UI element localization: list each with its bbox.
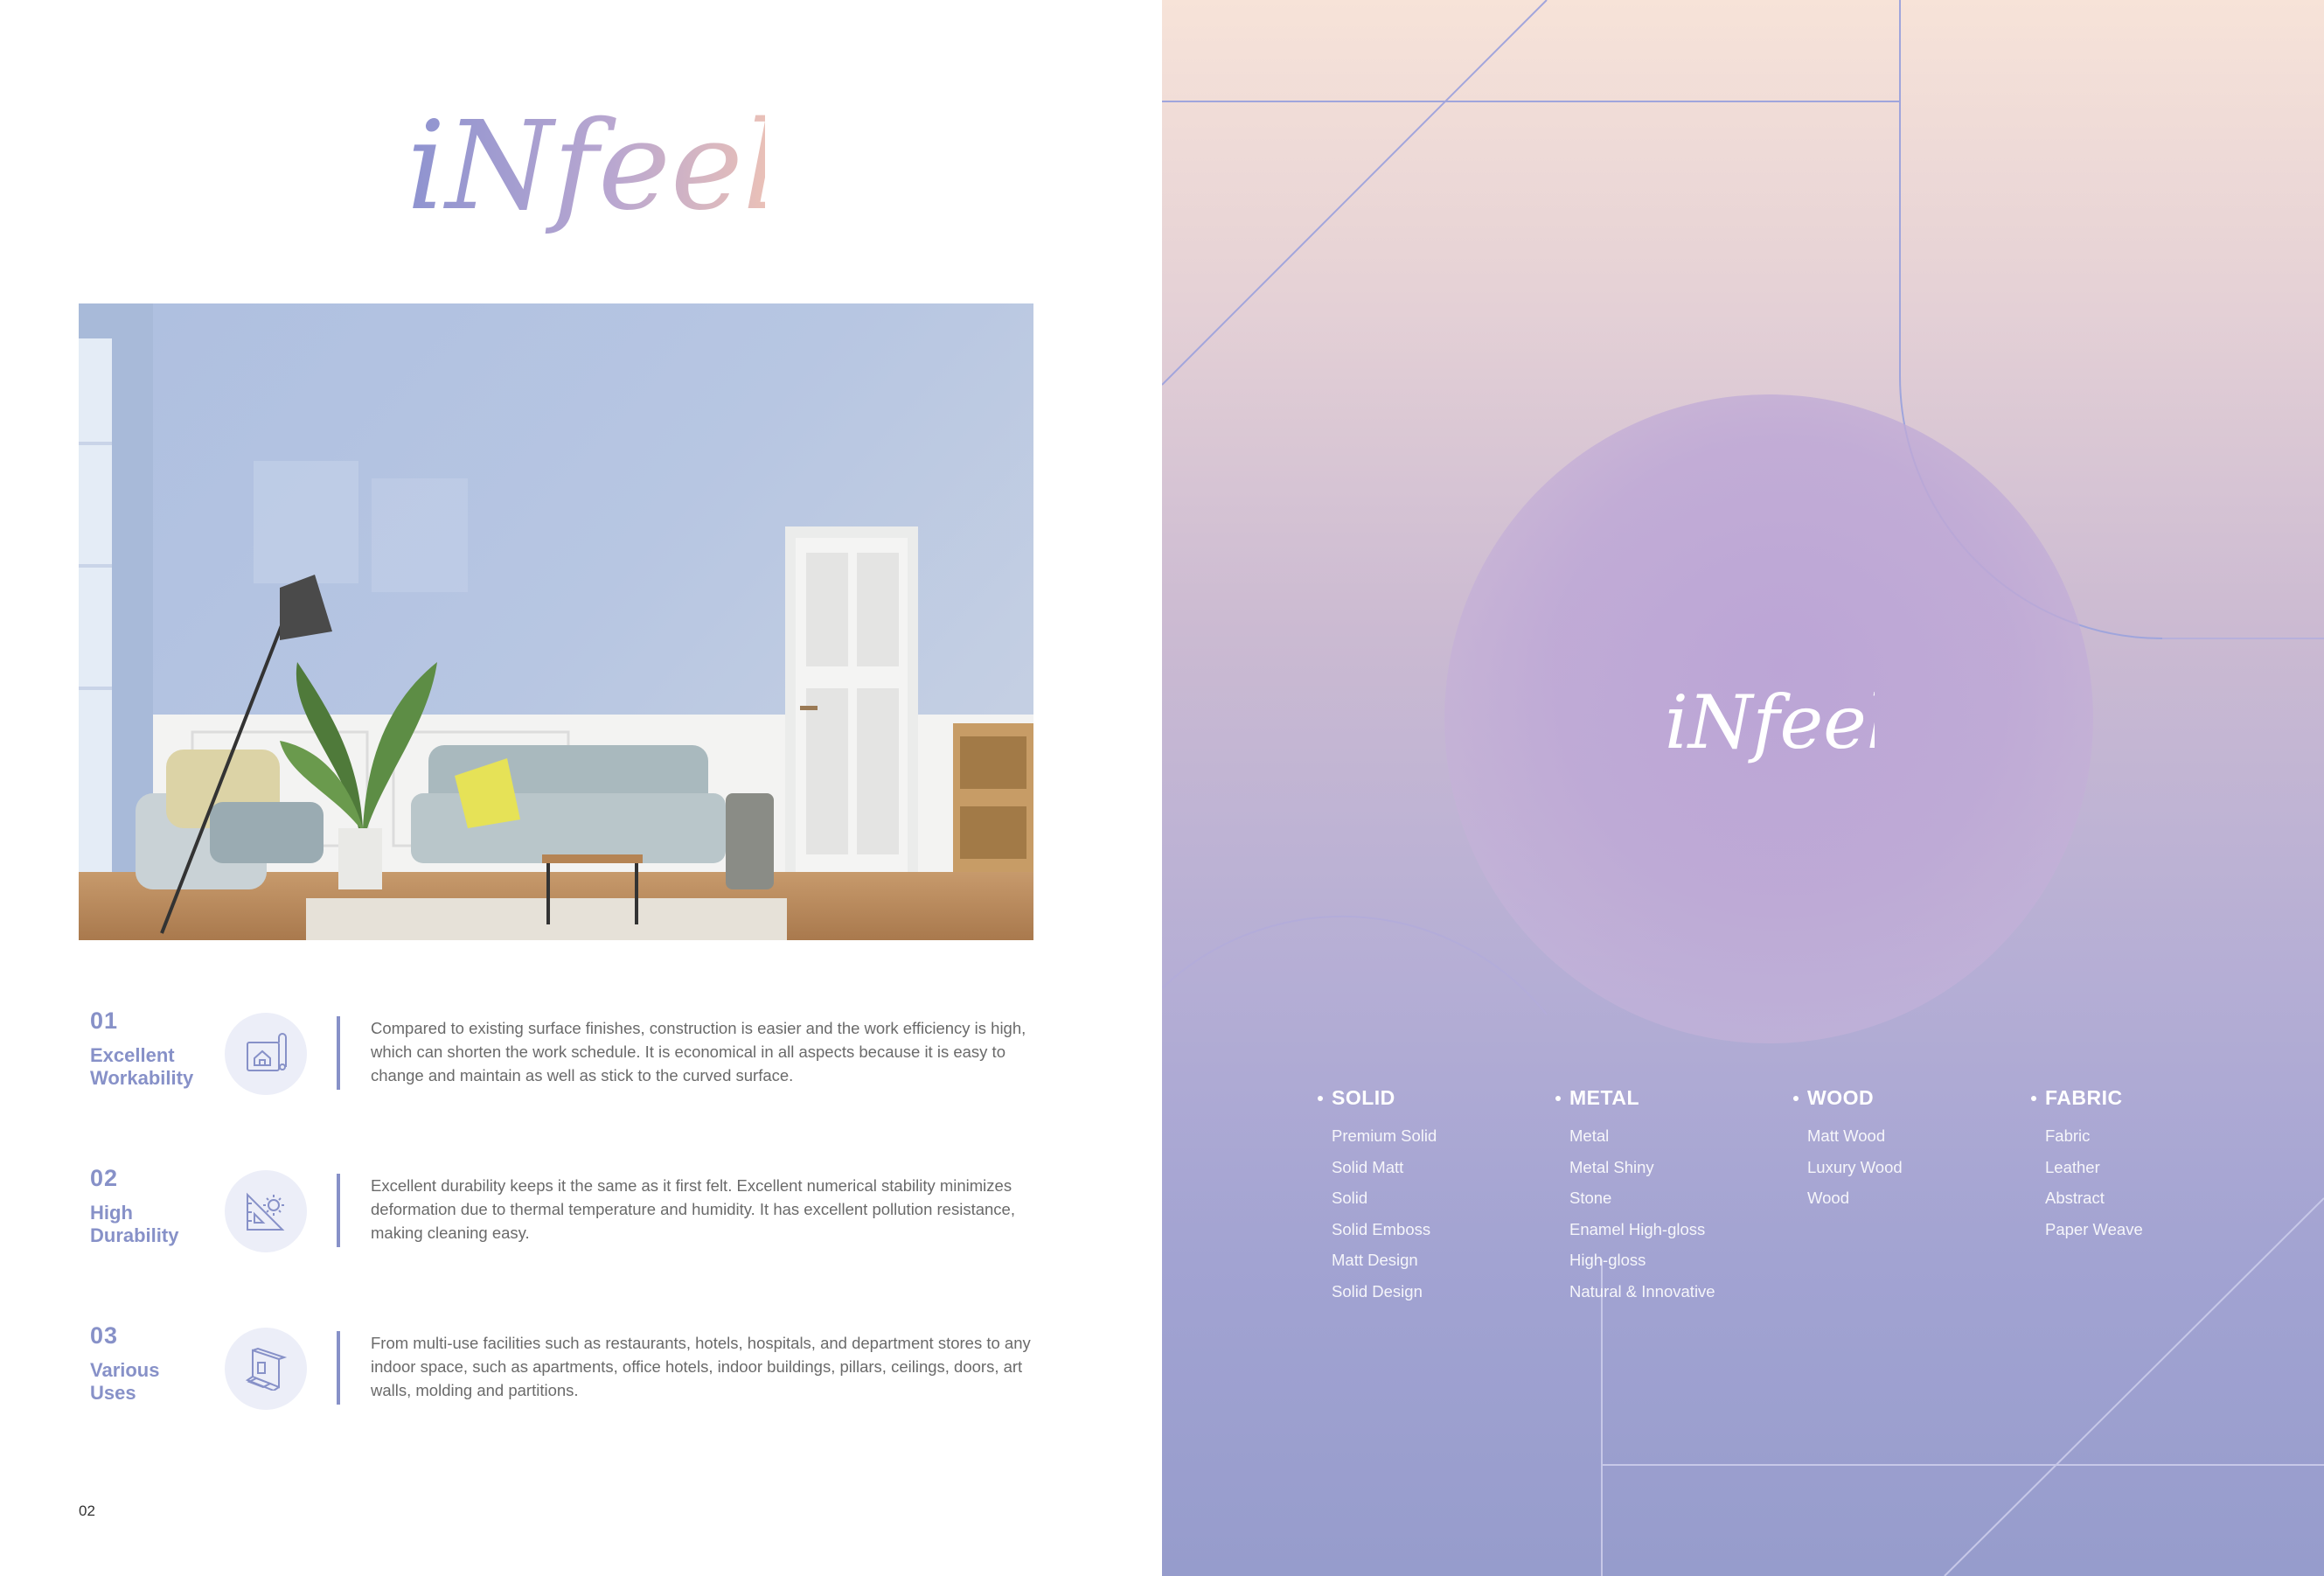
page-number: 02 bbox=[79, 1503, 95, 1519]
category-item: Premium Solid bbox=[1332, 1126, 1437, 1145]
room-box-icon bbox=[245, 1347, 288, 1391]
bullet-icon bbox=[1555, 1095, 1561, 1101]
category-title: WOOD bbox=[1807, 1086, 1875, 1109]
category-item: Wood bbox=[1807, 1189, 1849, 1207]
category-item: Leather bbox=[2045, 1157, 2100, 1176]
category-wood: WOOD Matt Wood Luxury Wood Wood bbox=[1793, 1086, 2035, 1214]
category-title: METAL bbox=[1569, 1086, 1640, 1109]
feature-number: 02 bbox=[90, 1165, 119, 1191]
category-item: Fabric bbox=[2045, 1126, 2091, 1145]
category-item: High-gloss bbox=[1569, 1251, 1646, 1269]
category-item: Luxury Wood bbox=[1807, 1157, 1903, 1176]
right-page: iNfeel SOLID Premium Solid Solid Matt So… bbox=[1162, 0, 2324, 1576]
living-room-photo bbox=[79, 303, 1033, 940]
feature-description: From multi-use facilities such as restau… bbox=[371, 1334, 1031, 1399]
feature-icon-badge bbox=[225, 1013, 307, 1095]
feature-icon-badge bbox=[225, 1328, 307, 1410]
feature-title: Excellent Workability bbox=[90, 1044, 194, 1089]
bullet-icon bbox=[2031, 1095, 2036, 1101]
category-item: Solid Design bbox=[1332, 1281, 1423, 1301]
feature-divider bbox=[337, 1016, 340, 1090]
svg-text:iNfeel: iNfeel bbox=[407, 95, 765, 238]
feature-number: 03 bbox=[90, 1322, 119, 1349]
svg-text:iNfeel: iNfeel bbox=[1665, 680, 1875, 765]
feature-title: Various Uses bbox=[90, 1359, 160, 1404]
category-item: Matt Wood bbox=[1807, 1126, 1886, 1145]
bullet-icon bbox=[1793, 1095, 1799, 1101]
category-solid: SOLID Premium Solid Solid Matt Solid Sol… bbox=[1318, 1086, 1559, 1307]
category-fabric: FABRIC Fabric Leather Abstract Paper Wea… bbox=[2031, 1086, 2272, 1245]
ruler-gear-icon bbox=[247, 1192, 285, 1231]
category-item: Metal bbox=[1569, 1126, 1610, 1145]
category-item: Natural & Innovative bbox=[1569, 1281, 1715, 1301]
left-page: iNfeel 01 Excellent Workability Compared… bbox=[0, 0, 1162, 1576]
category-item: Stone bbox=[1569, 1189, 1612, 1207]
feature-divider bbox=[337, 1174, 340, 1247]
bullet-icon bbox=[1318, 1095, 1323, 1101]
category-item: Solid Emboss bbox=[1332, 1219, 1431, 1238]
infeel-logo-white: iNfeel bbox=[1665, 680, 1875, 765]
category-title: SOLID bbox=[1332, 1086, 1395, 1109]
feature-uses: 03 Various Uses From multi-use facilitie… bbox=[79, 1322, 1033, 1445]
feature-workability: 01 Excellent Workability Compared to exi… bbox=[79, 1008, 1033, 1130]
feature-title: High Durability bbox=[90, 1202, 179, 1246]
category-item: Solid Matt bbox=[1332, 1157, 1404, 1176]
feature-description: Compared to existing surface finishes, c… bbox=[371, 1019, 1026, 1084]
category-title: FABRIC bbox=[2045, 1086, 2123, 1109]
feature-divider bbox=[337, 1331, 340, 1405]
feature-number: 01 bbox=[90, 1008, 119, 1034]
category-item: Matt Design bbox=[1332, 1251, 1418, 1269]
category-item: Abstract bbox=[2045, 1189, 2105, 1207]
category-item: Enamel High-gloss bbox=[1569, 1219, 1706, 1238]
category-item: Paper Weave bbox=[2045, 1219, 2143, 1238]
blueprint-house-icon bbox=[247, 1033, 287, 1071]
feature-icon-badge bbox=[225, 1170, 307, 1252]
feature-description: Excellent durability keeps it the same a… bbox=[371, 1176, 1015, 1242]
feature-durability: 02 High Durability Excellent durability … bbox=[79, 1165, 1033, 1287]
category-item: Solid bbox=[1332, 1189, 1368, 1207]
category-metal: METAL Metal Metal Shiny Stone Enamel Hig… bbox=[1555, 1086, 1797, 1307]
infeel-logo: iNfeel bbox=[407, 95, 765, 238]
category-item: Metal Shiny bbox=[1569, 1157, 1654, 1176]
